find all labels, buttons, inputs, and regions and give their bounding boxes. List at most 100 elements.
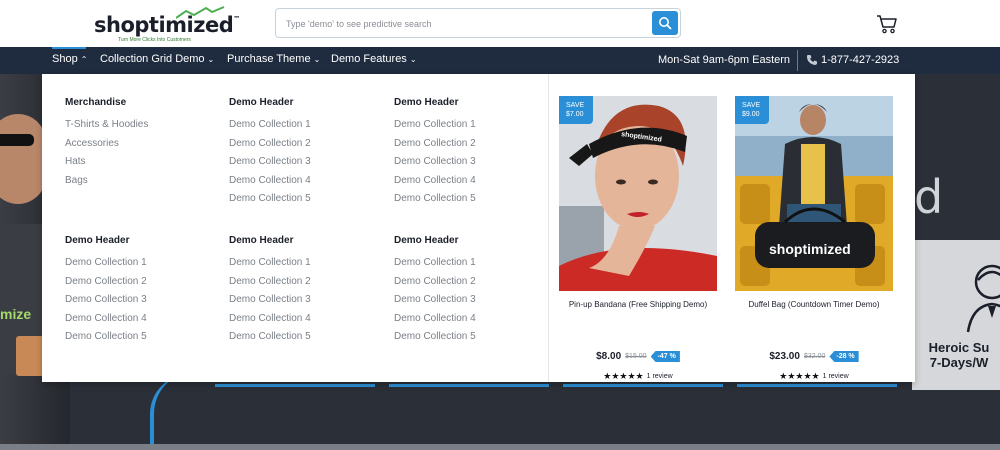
mega-menu-link[interactable]: Demo Collection 4 xyxy=(229,174,389,193)
hero-accent-bar xyxy=(563,384,723,387)
mega-menu-link[interactable]: Demo Collection 2 xyxy=(394,137,554,156)
product-compare-price: $15.00 xyxy=(625,353,647,360)
nav-item-purchase-theme[interactable]: Purchase Theme ⌄ xyxy=(227,53,320,65)
mega-menu-link[interactable]: Demo Collection 5 xyxy=(65,330,225,349)
nav-item-label: Demo Features xyxy=(331,53,407,65)
phone-number: 1-877-427-2923 xyxy=(821,54,900,66)
mega-menu-link[interactable]: Demo Collection 5 xyxy=(394,330,554,349)
site-logo[interactable]: shoptimized™ Turn More Clicks Into Custo… xyxy=(94,6,240,43)
hero-accent-bar xyxy=(389,384,549,387)
nav-item-label: Shop xyxy=(52,53,78,65)
logo-tagline: Turn More Clicks Into Customers xyxy=(118,37,191,43)
hero-shirt-text: mize xyxy=(0,306,32,322)
mega-menu-link[interactable]: Demo Collection 4 xyxy=(65,312,225,331)
hero-promo-line1: Heroic Su xyxy=(928,340,990,355)
search-icon xyxy=(659,17,672,30)
hero-accent-bar xyxy=(737,384,897,387)
mega-menu-link[interactable]: Demo Collection 1 xyxy=(65,256,225,275)
save-badge-label: SAVE xyxy=(566,102,585,109)
hero-accent-bar xyxy=(215,384,375,387)
mega-menu-link[interactable]: Demo Collection 1 xyxy=(394,256,554,275)
product-rating[interactable]: ★★★★★ 1 review xyxy=(735,371,893,382)
product-logo-print: shoptimized xyxy=(769,241,851,257)
featured-product-card[interactable]: shoptimized SAVE $7.00 Pin-up Bandana (F… xyxy=(559,96,717,381)
chevron-up-icon: ⌃ xyxy=(80,54,88,64)
mega-menu-link[interactable]: Bags xyxy=(65,174,225,193)
mega-menu-link[interactable]: T-Shirts & Hoodies xyxy=(65,118,225,137)
discount-badge: -47 % xyxy=(650,351,680,362)
hero-promo-line2: 7-Days/W xyxy=(929,355,989,370)
save-badge-label: SAVE xyxy=(742,102,761,109)
mega-menu-header[interactable]: Demo Header xyxy=(65,235,225,247)
featured-product-card[interactable]: shoptimized SAVE $9.00 Duffel Bag (Count… xyxy=(735,96,893,381)
chevron-down-icon: ⌄ xyxy=(207,54,215,64)
mega-menu-link[interactable]: Demo Collection 1 xyxy=(229,118,389,137)
mega-menu-link[interactable]: Demo Collection 4 xyxy=(394,312,554,331)
hero-sunglasses xyxy=(0,134,34,146)
mega-menu-link[interactable]: Demo Collection 5 xyxy=(394,192,554,211)
mega-menu-header[interactable]: Demo Header xyxy=(229,97,389,109)
mega-menu-header[interactable]: Merchandise xyxy=(65,97,225,109)
phone-icon xyxy=(807,55,817,65)
mega-menu-column: Demo Header Demo Collection 1 Demo Colle… xyxy=(394,97,554,211)
mega-menu-link[interactable]: Demo Collection 3 xyxy=(229,293,389,312)
nav-item-collection-grid-demo[interactable]: Collection Grid Demo ⌄ xyxy=(100,53,214,65)
mega-menu-header[interactable]: Demo Header xyxy=(229,235,389,247)
cart-button[interactable] xyxy=(876,14,898,34)
shop-mega-menu: Merchandise T-Shirts & Hoodies Accessori… xyxy=(42,74,915,382)
save-badge: SAVE $7.00 xyxy=(559,96,593,124)
mega-menu-header[interactable]: Demo Header xyxy=(394,235,554,247)
mega-menu-link[interactable]: Demo Collection 4 xyxy=(229,312,389,331)
mega-menu-link[interactable]: Demo Collection 4 xyxy=(394,174,554,193)
mega-menu-link[interactable]: Demo Collection 5 xyxy=(229,330,389,349)
mega-menu-link[interactable]: Demo Collection 3 xyxy=(65,293,225,312)
product-title[interactable]: Duffel Bag (Countdown Timer Demo) xyxy=(735,300,893,309)
nav-item-demo-features[interactable]: Demo Features ⌄ xyxy=(331,53,417,65)
search-bar xyxy=(275,8,681,38)
mega-menu-link[interactable]: Demo Collection 3 xyxy=(394,293,554,312)
mega-menu-link[interactable]: Demo Collection 2 xyxy=(394,275,554,294)
save-badge-amount: $7.00 xyxy=(566,111,584,118)
mega-menu-link[interactable]: Demo Collection 5 xyxy=(229,192,389,211)
star-rating-icon: ★★★★★ xyxy=(603,371,644,381)
product-compare-price: $32.00 xyxy=(803,353,826,360)
search-input[interactable] xyxy=(286,15,646,33)
site-header: shoptimized™ Turn More Clicks Into Custo… xyxy=(0,0,1000,47)
search-button[interactable] xyxy=(652,11,678,35)
nav-divider xyxy=(797,50,798,71)
mega-menu-column: Demo Header Demo Collection 1 Demo Colle… xyxy=(229,235,389,349)
review-count: 1 review xyxy=(646,373,673,380)
mega-menu-link[interactable]: Demo Collection 3 xyxy=(394,155,554,174)
phone-link[interactable]: 1-877-427-2923 xyxy=(806,54,899,66)
mega-menu-link[interactable]: Accessories xyxy=(65,137,225,156)
product-photo-duffel-bag: shoptimized xyxy=(735,96,893,291)
business-hours: Mon-Sat 9am-6pm Eastern xyxy=(658,54,791,66)
mega-menu-column: Merchandise T-Shirts & Hoodies Accessori… xyxy=(65,97,225,192)
mega-menu-link[interactable]: Demo Collection 3 xyxy=(229,155,389,174)
nav-item-shop[interactable]: Shop ⌃ xyxy=(52,53,87,65)
mega-menu-link[interactable]: Demo Collection 1 xyxy=(229,256,389,275)
product-title[interactable]: Pin-up Bandana (Free Shipping Demo) xyxy=(559,300,717,309)
hero-headline-fragment: d xyxy=(914,170,944,224)
product-image[interactable]: shoptimized SAVE $9.00 xyxy=(735,96,893,291)
nav-item-label: Purchase Theme xyxy=(227,53,311,65)
mega-menu-link[interactable]: Demo Collection 2 xyxy=(65,275,225,294)
chevron-down-icon: ⌄ xyxy=(313,54,321,64)
review-count: 1 review xyxy=(822,373,849,380)
save-badge-amount: $9.00 xyxy=(742,111,760,118)
product-price-row: $8.00 $15.00 -47 % xyxy=(559,351,717,362)
mega-menu-divider xyxy=(548,74,549,382)
mega-menu-link[interactable]: Demo Collection 2 xyxy=(229,137,389,156)
hero-decorative-arc xyxy=(150,374,190,450)
mega-menu-link[interactable]: Hats xyxy=(65,155,225,174)
chevron-down-icon: ⌄ xyxy=(409,54,417,64)
product-rating[interactable]: ★★★★★ 1 review xyxy=(559,371,717,382)
hero-bottom-strip xyxy=(0,444,1000,450)
nav-item-label: Collection Grid Demo xyxy=(100,53,205,65)
mega-menu-header[interactable]: Demo Header xyxy=(394,97,554,109)
hero-coffee-cup xyxy=(16,336,44,376)
mega-menu-link[interactable]: Demo Collection 2 xyxy=(229,275,389,294)
main-navigation: Shop ⌃ Collection Grid Demo ⌄ Purchase T… xyxy=(0,47,1000,74)
mega-menu-link[interactable]: Demo Collection 1 xyxy=(394,118,554,137)
product-image[interactable]: shoptimized SAVE $7.00 xyxy=(559,96,717,291)
